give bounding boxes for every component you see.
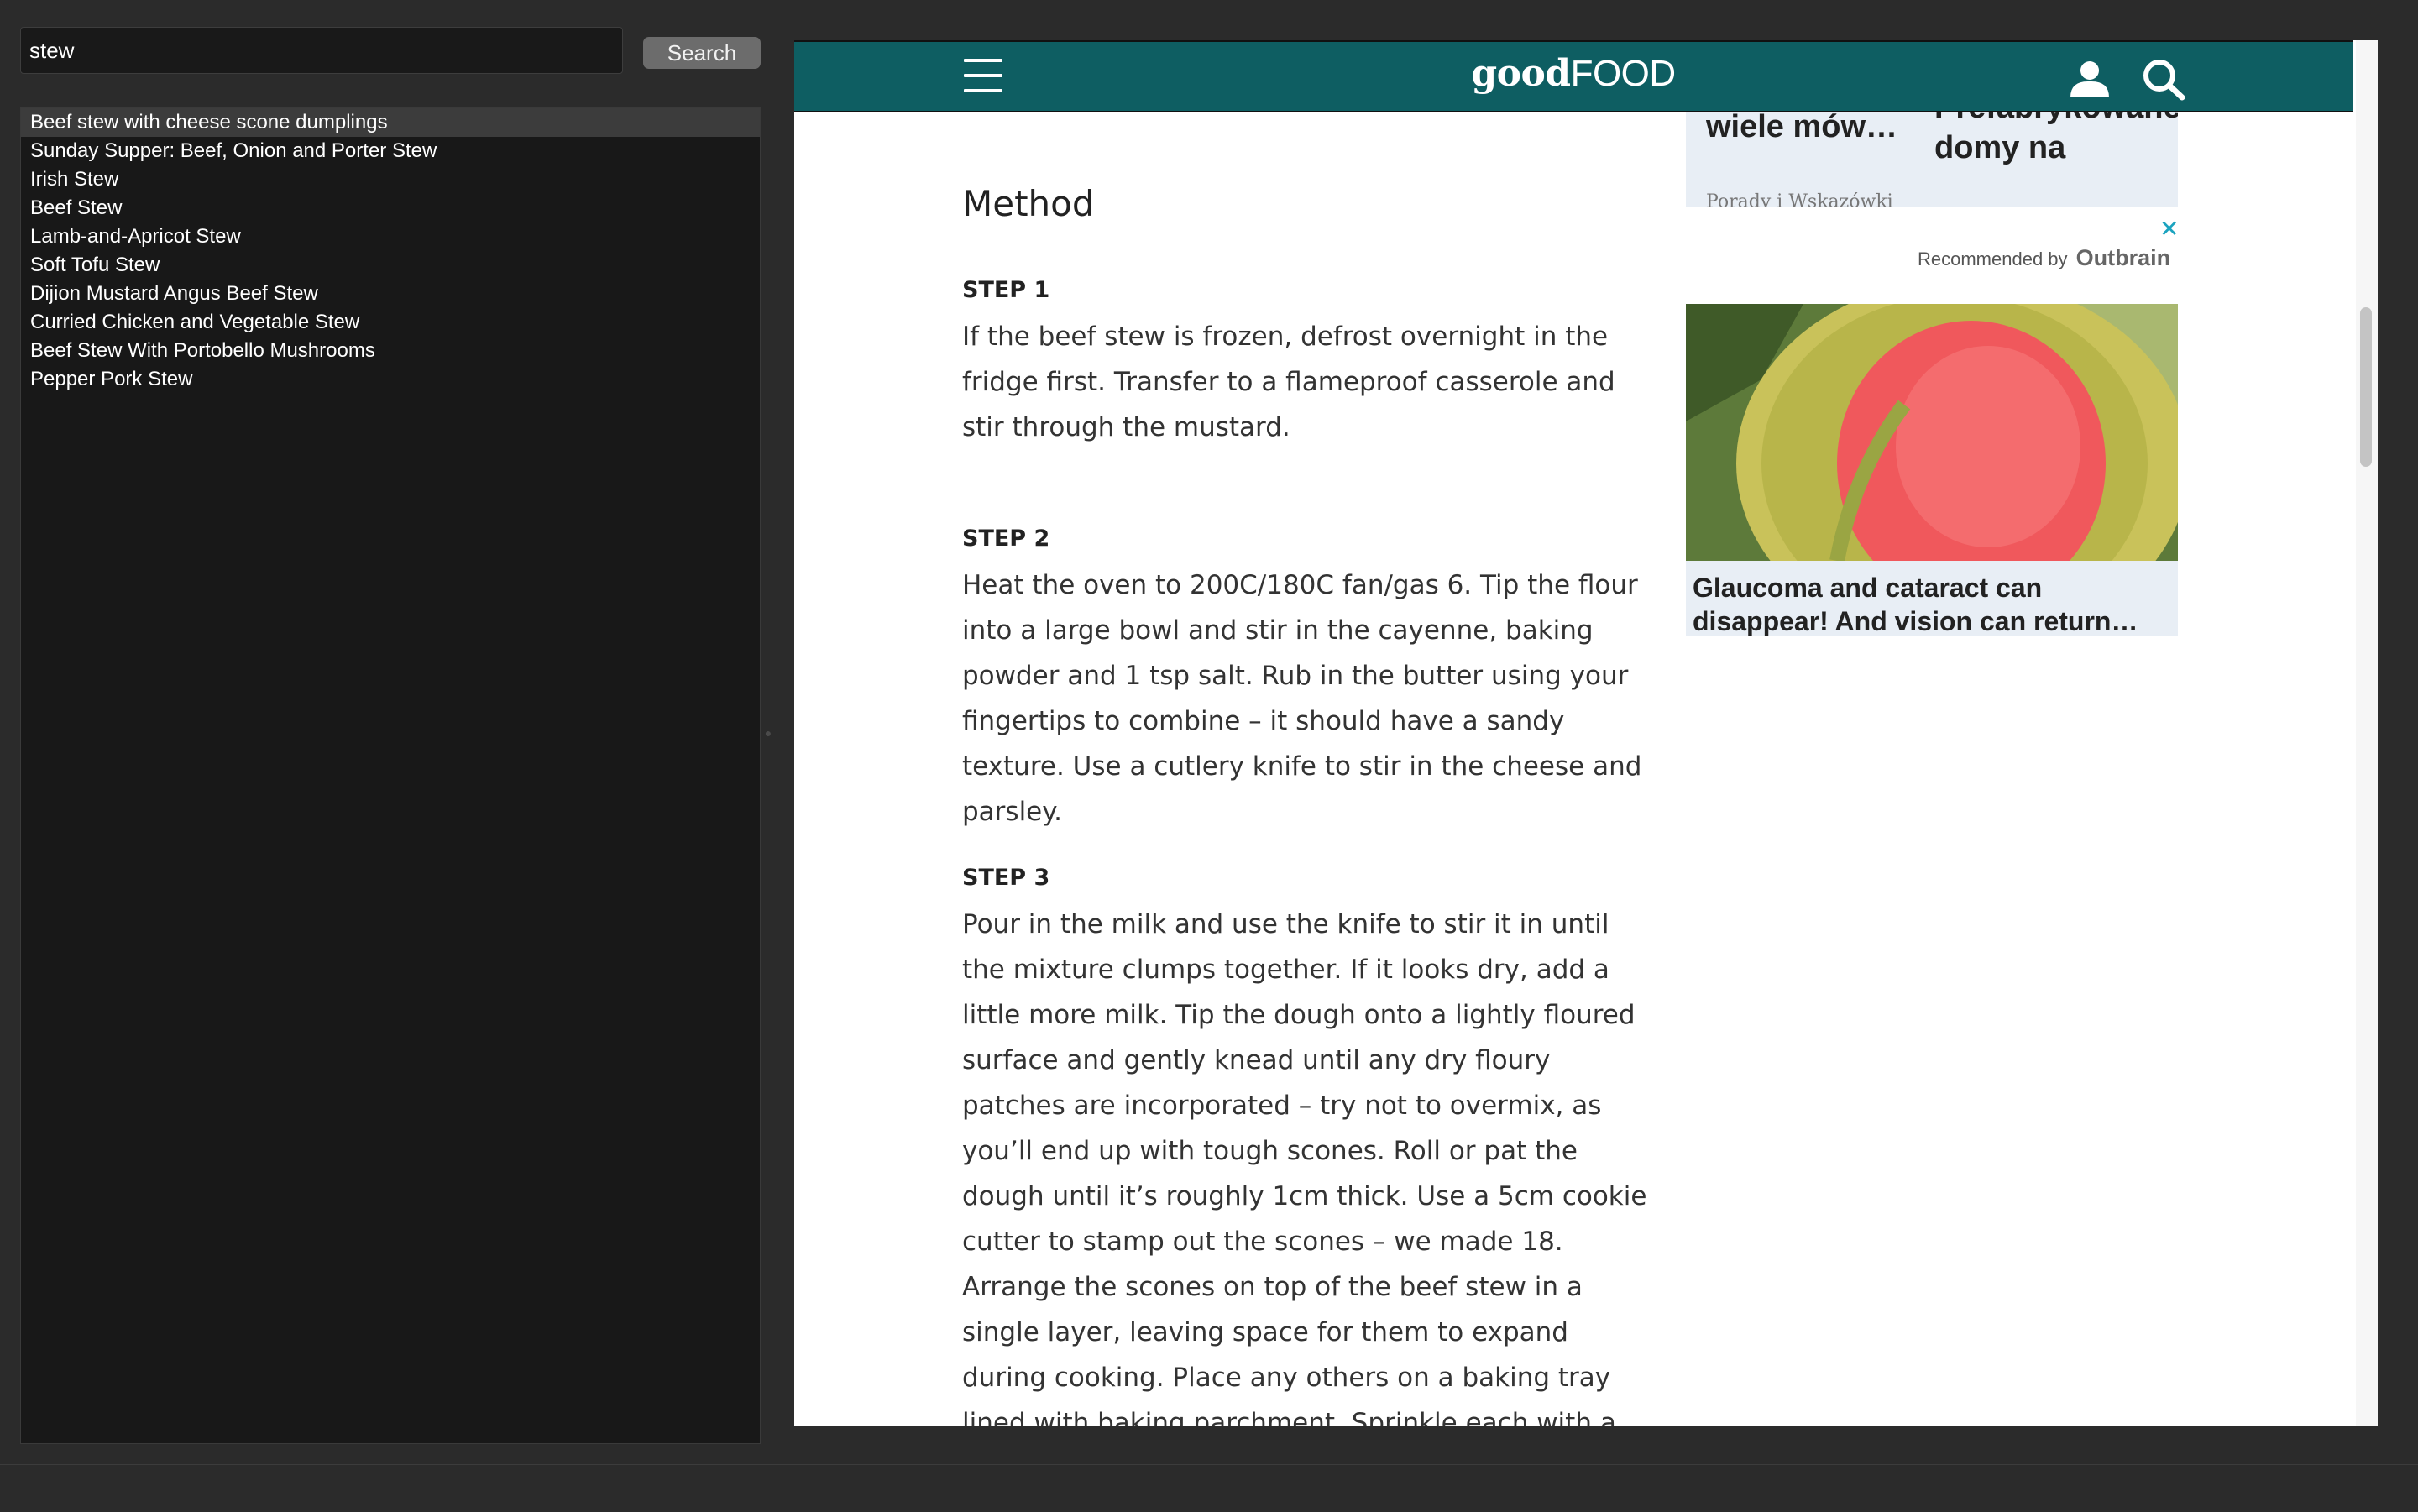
- status-bar: [0, 1464, 2418, 1512]
- ad-headline[interactable]: Glaucoma and cataract can disappear! And…: [1693, 571, 2171, 638]
- ad-source: Porady i Wskazówki: [1706, 191, 1893, 207]
- ad-title[interactable]: wiele mów…: [1706, 112, 1924, 145]
- ad-title[interactable]: Prefabrykowane domy na: [1934, 112, 2178, 168]
- result-item[interactable]: Curried Chicken and Vegetable Stew: [21, 308, 760, 337]
- ad-image: [1686, 304, 2178, 561]
- recommended-by[interactable]: Recommended by Outbrain: [1918, 245, 2170, 271]
- search-button[interactable]: Search: [643, 37, 761, 69]
- outbrain-logo[interactable]: Outbrain: [2076, 245, 2171, 270]
- result-item[interactable]: Lamb-and-Apricot Stew: [21, 222, 760, 251]
- site-header: goodFOOD: [794, 40, 2353, 112]
- ad-card[interactable]: Glaucoma and cataract can disappear! And…: [1686, 304, 2178, 636]
- scrollbar-thumb[interactable]: [2360, 307, 2372, 467]
- result-item[interactable]: Dijion Mustard Angus Beef Stew: [21, 280, 760, 308]
- search-icon[interactable]: [2141, 57, 2186, 101]
- web-view: goodFOOD wiele mów… Porady i Wskazówki P…: [794, 40, 2378, 1426]
- step-label: STEP 3: [962, 865, 1050, 891]
- method-heading: Method: [962, 183, 1095, 224]
- recommended-by-label: Recommended by: [1918, 249, 2068, 269]
- close-icon[interactable]: ✕: [2159, 215, 2179, 243]
- top-ad-strip[interactable]: wiele mów… Porady i Wskazówki Prefabryko…: [1686, 112, 2178, 207]
- step-label: STEP 2: [962, 526, 1050, 552]
- result-item[interactable]: Soft Tofu Stew: [21, 251, 760, 280]
- site-logo[interactable]: goodFOOD: [794, 52, 2353, 95]
- result-item[interactable]: Beef Stew With Portobello Mushrooms: [21, 337, 760, 365]
- result-item[interactable]: Beef stew with cheese scone dumplings: [21, 108, 760, 137]
- pane-splitter-handle[interactable]: ●: [764, 727, 772, 739]
- scrollbar-track[interactable]: [2356, 40, 2378, 1426]
- step-text: Heat the oven to 200C/180C fan/gas 6. Ti…: [962, 570, 1642, 827]
- result-item[interactable]: Beef Stew: [21, 194, 760, 222]
- search-input[interactable]: [20, 27, 623, 74]
- results-list: Beef stew with cheese scone dumplings Su…: [20, 107, 761, 1444]
- user-icon[interactable]: [2067, 59, 2112, 97]
- result-item[interactable]: Pepper Pork Stew: [21, 365, 760, 394]
- result-item[interactable]: Sunday Supper: Beef, Onion and Porter St…: [21, 137, 760, 165]
- step-label: STEP 1: [962, 277, 1050, 303]
- step-text: Pour in the milk and use the knife to st…: [962, 909, 1647, 1426]
- result-item[interactable]: Irish Stew: [21, 165, 760, 194]
- step-text: If the beef stew is frozen, defrost over…: [962, 322, 1615, 442]
